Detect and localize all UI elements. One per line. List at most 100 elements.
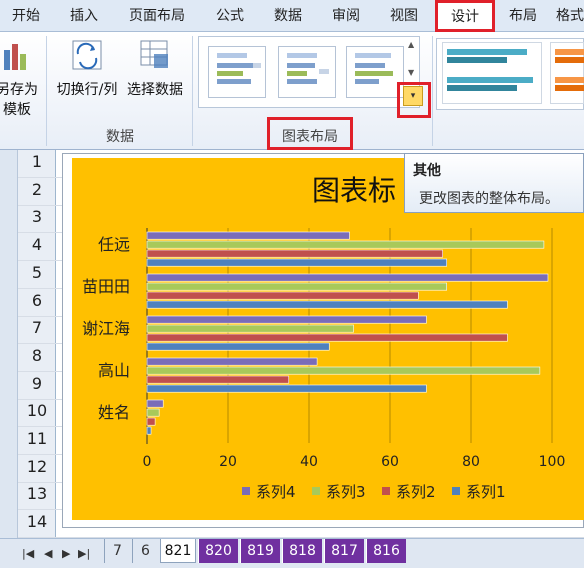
tab-data[interactable]: 数据 [262, 0, 314, 32]
bar[interactable] [146, 357, 318, 366]
y-category-label: 任远 [98, 235, 130, 254]
save-as-label-1[interactable]: 另存为 [0, 80, 40, 100]
legend-label: 系列3 [326, 483, 366, 501]
tab-view[interactable]: 视图 [378, 0, 430, 32]
gallery-scroll-up-icon[interactable]: ▲ [408, 40, 418, 54]
row-number[interactable]: 12 [18, 457, 56, 476]
bar[interactable] [146, 342, 330, 351]
prev-sheet-icon[interactable]: ◀ [44, 547, 52, 560]
legend-label: 系列2 [396, 483, 436, 501]
x-tick-label: 60 [381, 454, 399, 470]
legend-label: 系列1 [466, 483, 506, 501]
x-tick-label: 40 [300, 454, 318, 470]
bar[interactable] [146, 384, 427, 393]
highlight-more-button [397, 82, 431, 118]
row-number[interactable]: 8 [18, 346, 56, 365]
row-number[interactable]: 9 [18, 374, 56, 393]
bar[interactable] [146, 315, 427, 324]
y-category-label: 姓名 [98, 403, 130, 422]
bar[interactable] [146, 333, 508, 342]
sheet-tab-6[interactable]: 6 [132, 539, 158, 563]
bar[interactable] [146, 300, 508, 309]
bar[interactable] [146, 366, 541, 375]
tooltip-body: 更改图表的整体布局。 [419, 191, 559, 207]
data-group-label: 数据 [106, 129, 134, 145]
tab-review[interactable]: 审阅 [320, 0, 372, 32]
sheet-tab-bar: |◀ ◀ ▶ ▶| 7 6 821 820 819 818 817 816 [0, 538, 584, 568]
bar[interactable] [146, 249, 443, 258]
bar[interactable] [146, 426, 152, 435]
layout-thumb-1[interactable] [208, 46, 266, 98]
y-category-label: 高山 [98, 361, 130, 380]
tab-formulas[interactable]: 公式 [204, 0, 256, 32]
y-category-label: 苗田田 [82, 277, 130, 296]
row-number[interactable]: 10 [18, 401, 56, 420]
sheet-tab-7[interactable]: 7 [104, 539, 130, 563]
row-number[interactable]: 7 [18, 318, 56, 337]
layout-thumb-2[interactable] [278, 46, 336, 98]
legend-swatch [242, 487, 250, 495]
chart-title[interactable]: 图表标 [312, 174, 396, 207]
switch-row-col-button[interactable]: 切换行/列 [52, 80, 122, 100]
bar[interactable] [146, 417, 156, 426]
highlight-design-tab [435, 0, 495, 32]
bar[interactable] [146, 408, 160, 417]
last-sheet-icon[interactable]: ▶| [78, 547, 90, 560]
bar[interactable] [146, 399, 164, 408]
bar[interactable] [146, 375, 290, 384]
tab-layout[interactable]: 布局 [498, 0, 548, 32]
row-number[interactable]: 2 [18, 180, 56, 199]
x-tick-label: 80 [462, 454, 480, 470]
tab-home[interactable]: 开始 [0, 0, 52, 32]
y-category-label: 谢江海 [82, 319, 130, 338]
select-data-icon[interactable] [140, 40, 170, 70]
ribbon-tab-bar: 开始 插入 页面布局 公式 数据 审阅 视图 设计 布局 格式 [0, 0, 584, 33]
legend-swatch [382, 487, 390, 495]
row-number[interactable]: 4 [18, 235, 56, 254]
row-number[interactable]: 14 [18, 512, 56, 531]
save-template-icon[interactable] [2, 40, 28, 72]
sheet-tab-818[interactable]: 818 [282, 539, 322, 563]
bar[interactable] [146, 231, 350, 240]
row-number[interactable]: 6 [18, 291, 56, 310]
legend-swatch [452, 487, 460, 495]
row-number[interactable]: 13 [18, 484, 56, 503]
bar[interactable] [146, 273, 549, 282]
sheet-tab-821[interactable]: 821 [160, 539, 196, 563]
highlight-chart-layouts-label [267, 117, 353, 150]
x-tick-label: 100 [539, 454, 566, 470]
tab-insert[interactable]: 插入 [56, 0, 112, 32]
chart-style-thumb-2[interactable] [550, 42, 584, 104]
tab-page-layout[interactable]: 页面布局 [118, 0, 196, 32]
ribbon-panel: 另存为 模板 切换行/列 选择数据 数据 ▲ ▼ ▾ 图表布局 [0, 32, 584, 150]
bar[interactable] [146, 258, 448, 267]
bar[interactable] [146, 324, 354, 333]
x-tick-label: 0 [143, 454, 152, 470]
legend-swatch [312, 487, 320, 495]
sheet-tab-817[interactable]: 817 [324, 539, 364, 563]
bar[interactable] [146, 240, 545, 249]
chart-style-thumb-1[interactable] [442, 42, 542, 104]
bar[interactable] [146, 282, 448, 291]
left-scroll-area [0, 150, 18, 538]
sheet-tab-816[interactable]: 816 [366, 539, 406, 563]
gallery-scroll-down-icon[interactable]: ▼ [408, 68, 418, 82]
tooltip-title: 其他 [413, 163, 441, 179]
save-as-label-2[interactable]: 模板 [0, 100, 40, 120]
tab-format[interactable]: 格式 [556, 0, 584, 32]
first-sheet-icon[interactable]: |◀ [22, 547, 34, 560]
sheet-tab-819[interactable]: 819 [240, 539, 280, 563]
bar[interactable] [146, 291, 419, 300]
select-data-button[interactable]: 选择数据 [122, 80, 188, 100]
tooltip: 其他 更改图表的整体布局。 [404, 153, 584, 213]
row-number[interactable]: 1 [18, 152, 56, 171]
legend-label: 系列4 [256, 483, 296, 501]
switch-row-col-icon[interactable] [72, 40, 102, 70]
next-sheet-icon[interactable]: ▶ [62, 547, 70, 560]
layout-thumb-3[interactable] [346, 46, 404, 98]
row-number[interactable]: 5 [18, 263, 56, 282]
x-tick-label: 20 [219, 454, 237, 470]
row-number[interactable]: 3 [18, 207, 56, 226]
sheet-tab-820[interactable]: 820 [198, 539, 238, 563]
row-number[interactable]: 11 [18, 429, 56, 448]
